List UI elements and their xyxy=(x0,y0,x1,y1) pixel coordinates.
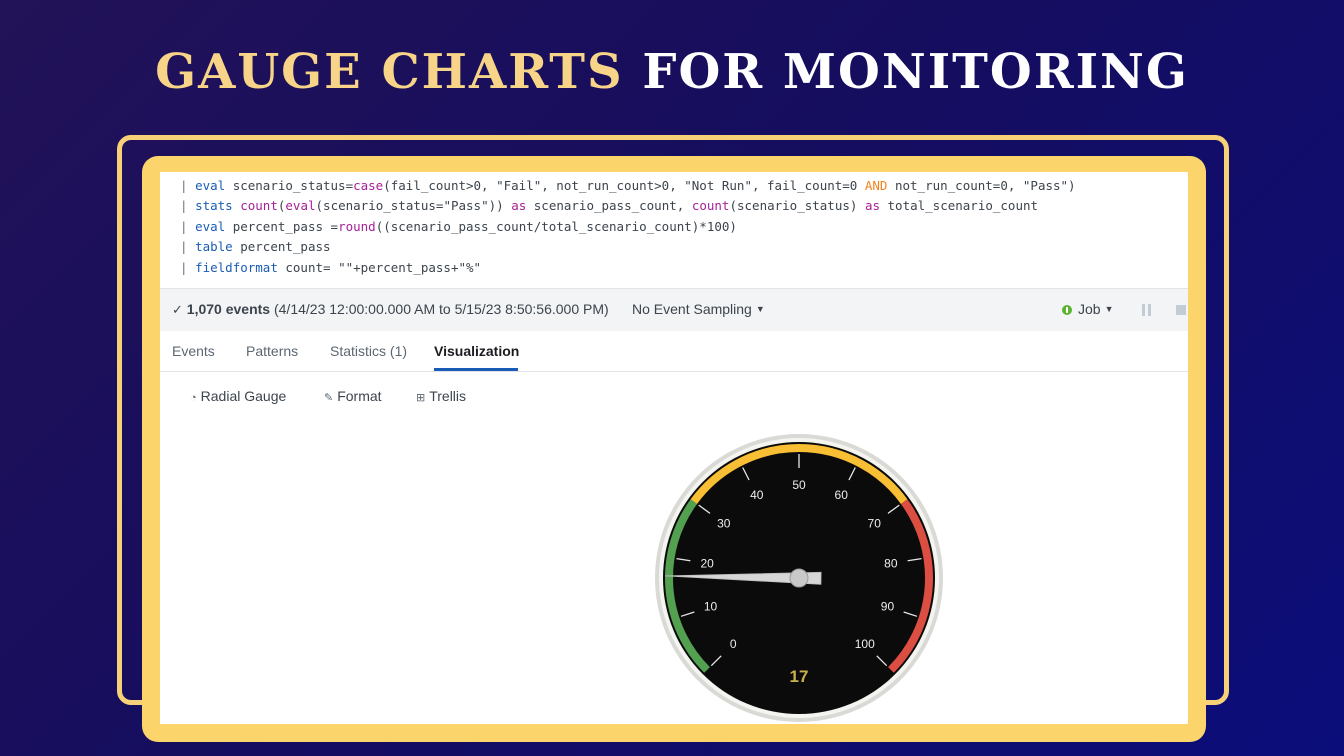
query-line-5: | fieldformat count= ""+percent_pass+"%" xyxy=(180,258,481,278)
query-token: (scenario_status) xyxy=(729,198,865,213)
query-token: percent_pass = xyxy=(225,219,339,234)
gauge-tick-label: 30 xyxy=(717,516,731,530)
query-token: table xyxy=(195,239,233,254)
pause-icon-bar-left xyxy=(1142,304,1145,316)
query-token: | xyxy=(180,219,196,234)
query-token: | xyxy=(180,260,196,275)
query-token: count= ""+percent_pass+"%" xyxy=(277,260,482,275)
query-token: as xyxy=(864,198,880,213)
query-token: | xyxy=(180,178,196,193)
stop-button[interactable] xyxy=(1176,305,1186,315)
query-token: percent_pass xyxy=(232,239,331,254)
gauge-icon: ◔ xyxy=(190,392,197,404)
radial-gauge: 0 10 20 30 40 50 60 70 80 90 100 17 xyxy=(655,434,943,722)
job-menu-button[interactable]: Job ▼ xyxy=(1062,301,1114,317)
caret-down-icon: ▼ xyxy=(755,304,765,314)
gauge-tick-label: 50 xyxy=(792,478,806,492)
query-token: total_scenario_count xyxy=(880,198,1039,213)
pencil-icon: ✎ xyxy=(324,392,334,404)
grid-icon: ⊞ xyxy=(416,392,426,404)
format-label: Format xyxy=(337,388,382,404)
query-token: as xyxy=(511,198,527,213)
query-token: stats xyxy=(195,198,233,213)
gauge-tick-label: 80 xyxy=(884,556,898,570)
tab-statistics[interactable]: Statistics (1) xyxy=(330,343,407,359)
caret-down-icon: ▼ xyxy=(1104,304,1114,314)
trellis-label: Trellis xyxy=(429,388,467,404)
query-token: eval xyxy=(285,198,316,213)
results-tabs: Events Patterns Statistics (1) Visualiza… xyxy=(160,331,1188,372)
gauge-tick-label: 100 xyxy=(855,637,875,651)
page-title: GAUGE CHARTS FOR MONITORING xyxy=(0,44,1344,100)
trellis-button[interactable]: ⊞ Trellis xyxy=(416,388,466,404)
gauge-value: 17 xyxy=(790,667,809,686)
tab-events[interactable]: Events xyxy=(172,343,215,359)
query-token: | xyxy=(180,239,196,254)
query-token: fieldformat xyxy=(195,260,278,275)
query-token: (fail_count>0, "Fail", not_run_count>0, … xyxy=(383,178,865,193)
radial-gauge-picker[interactable]: ◔ Radial Gauge xyxy=(190,388,286,404)
tab-visualization[interactable]: Visualization xyxy=(434,343,519,359)
query-token: eval xyxy=(195,178,226,193)
event-sampling-dropdown[interactable]: No Event Sampling ▼ xyxy=(632,301,765,317)
event-sampling-label: No Event Sampling xyxy=(632,301,752,317)
gauge-tick-label: 10 xyxy=(704,600,718,614)
gauge-tick-label: 70 xyxy=(868,516,882,530)
query-token: scenario_status= xyxy=(225,178,354,193)
query-token: ((scenario_pass_count/total_scenario_cou… xyxy=(375,219,737,234)
title-accent: GAUGE CHARTS xyxy=(155,44,624,100)
query-token: case xyxy=(353,178,384,193)
search-status-bar: ✓ 1,070 events (4/14/23 12:00:00.000 AM … xyxy=(160,289,1188,331)
query-token: round xyxy=(338,219,376,234)
tab-patterns[interactable]: Patterns xyxy=(246,343,298,359)
visualization-toolbar: ◔ Radial Gauge ✎ Format ⊞ Trellis xyxy=(160,384,1188,408)
query-token: eval xyxy=(195,219,226,234)
query-token: count xyxy=(240,198,278,213)
info-icon xyxy=(1062,305,1072,315)
query-token: (scenario_status="Pass")) xyxy=(315,198,512,213)
events-summary: ✓ 1,070 events (4/14/23 12:00:00.000 AM … xyxy=(172,301,609,318)
search-query-editor[interactable]: | eval scenario_status=case(fail_count>0… xyxy=(160,172,1188,289)
gauge-needle-hub xyxy=(789,568,809,588)
query-token: count xyxy=(691,198,730,213)
gauge-tick-label: 40 xyxy=(750,488,764,502)
query-token: not_run_count=0, "Pass") xyxy=(887,178,1076,193)
query-line-3: | eval percent_pass =round((scenario_pas… xyxy=(180,217,737,237)
pause-button[interactable] xyxy=(1142,304,1152,316)
job-label: Job xyxy=(1078,301,1101,317)
query-token: AND xyxy=(864,178,888,193)
query-token: | xyxy=(180,198,196,213)
gauge-tick-label: 90 xyxy=(881,600,895,614)
gauge-tick-label: 0 xyxy=(730,637,737,651)
query-line-4: | table percent_pass xyxy=(180,237,331,257)
splunk-panel: | eval scenario_status=case(fail_count>0… xyxy=(160,172,1188,724)
format-button[interactable]: ✎ Format xyxy=(324,388,382,404)
time-range: (4/14/23 12:00:00.000 AM to 5/15/23 8:50… xyxy=(273,301,609,317)
active-tab-indicator xyxy=(434,368,518,371)
radial-gauge-label: Radial Gauge xyxy=(200,388,287,404)
events-count: 1,070 events xyxy=(186,301,271,317)
query-line-2: | stats count(eval(scenario_status="Pass… xyxy=(180,196,1038,216)
query-line-1: | eval scenario_status=case(fail_count>0… xyxy=(180,176,1076,196)
query-token: scenario_pass_count, xyxy=(526,198,692,213)
gauge-tick-label: 60 xyxy=(835,488,849,502)
title-rest: FOR MONITORING xyxy=(642,44,1189,100)
check-icon: ✓ xyxy=(172,302,183,317)
gauge-tick-label: 20 xyxy=(700,556,714,570)
pause-icon-bar-right xyxy=(1148,304,1151,316)
